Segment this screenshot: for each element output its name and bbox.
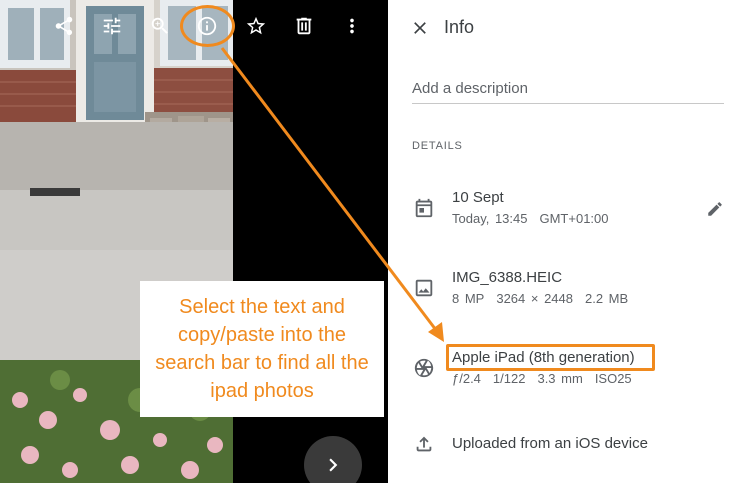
details-heading: DETAILS: [412, 140, 463, 152]
pencil-icon: [708, 202, 722, 216]
resolution-text[interactable]: 3264 × 2448: [496, 291, 573, 306]
edit-date-button[interactable]: [704, 198, 726, 220]
date-subtext[interactable]: Today, 13:45 GMT+01:00: [452, 211, 621, 226]
iso-text[interactable]: ISO25: [595, 371, 632, 386]
zoom-in-icon: [151, 17, 168, 34]
close-icon: [414, 22, 426, 34]
share-icon: [55, 16, 73, 36]
file-details[interactable]: 8 MP 3264 × 2448 2.2 MB: [452, 291, 640, 306]
tune-icon: [103, 17, 121, 35]
favorite-button[interactable]: [238, 8, 274, 44]
description-input[interactable]: [412, 78, 724, 104]
delete-button[interactable]: [286, 8, 322, 44]
date-text[interactable]: 10 Sept: [452, 189, 504, 206]
callout-text: Select the text and copy/paste into the …: [155, 296, 369, 402]
upload-icon: [412, 432, 436, 456]
more-vert-icon: [350, 18, 354, 34]
zoom-button[interactable]: [142, 8, 178, 44]
aperture-text[interactable]: ƒ/2.4: [452, 371, 481, 386]
image-icon: [412, 276, 436, 300]
calendar-icon: [412, 196, 436, 220]
info-panel: Info DETAILS 10 Sept Today, 13:45 GMT+01:…: [388, 0, 737, 483]
timezone-text[interactable]: GMT+01:00: [539, 211, 608, 226]
info-icon: [197, 16, 217, 36]
camera-settings[interactable]: ƒ/2.4 1/122 3.3 mm ISO25: [452, 371, 644, 386]
viewer-toolbar: [0, 0, 388, 52]
camera-aperture-icon: [412, 356, 436, 380]
megapixels-text[interactable]: 8 MP: [452, 291, 484, 306]
file-size-text[interactable]: 2.2 MB: [585, 291, 628, 306]
file-name[interactable]: IMG_6388.HEIC: [452, 269, 562, 286]
chevron-right-icon: [329, 458, 338, 472]
info-button[interactable]: [189, 8, 225, 44]
day-time-text[interactable]: Today, 13:45: [452, 211, 527, 226]
adjust-button[interactable]: [94, 8, 130, 44]
close-info-button[interactable]: [406, 14, 434, 42]
star-icon: [246, 16, 266, 35]
share-button[interactable]: [46, 8, 82, 44]
shutter-text[interactable]: 1/122: [493, 371, 526, 386]
next-photo-button[interactable]: [304, 436, 362, 483]
trash-icon: [296, 17, 312, 35]
more-options-button[interactable]: [334, 8, 370, 44]
panel-title: Info: [444, 17, 475, 37]
camera-model[interactable]: Apple iPad (8th generation): [452, 349, 635, 366]
focal-length-text[interactable]: 3.3 mm: [537, 371, 582, 386]
callout-box: Select the text and copy/paste into the …: [140, 281, 384, 417]
upload-source[interactable]: Uploaded from an iOS device: [452, 435, 648, 452]
